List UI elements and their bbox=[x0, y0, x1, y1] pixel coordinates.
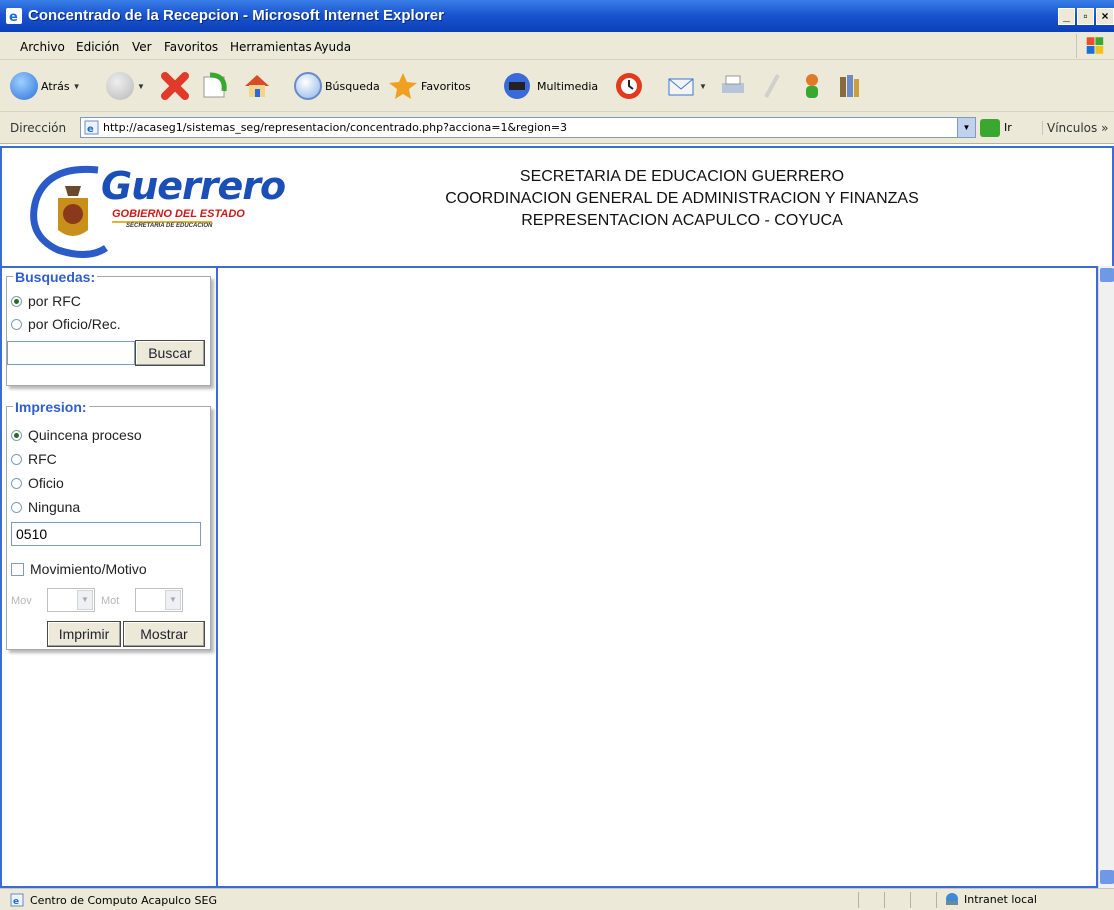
messenger-button[interactable] bbox=[800, 70, 830, 102]
forward-button[interactable]: ▼ bbox=[106, 70, 145, 102]
print-button[interactable]: Imprimir bbox=[47, 621, 121, 647]
radio-rfc[interactable]: RFC bbox=[11, 449, 57, 469]
search-input[interactable] bbox=[7, 341, 135, 365]
mot-select[interactable]: ▼ bbox=[135, 588, 183, 612]
favorites-button[interactable]: Favoritos bbox=[388, 70, 471, 102]
window-title: Concentrado de la Recepcion - Microsoft … bbox=[28, 7, 444, 24]
research-books-icon bbox=[840, 75, 859, 97]
stop-button[interactable] bbox=[160, 70, 190, 102]
close-button[interactable]: × bbox=[1096, 8, 1114, 25]
menu-ayuda[interactable]: Ayuda bbox=[314, 40, 351, 54]
status-bar: e Centro de Computo Acapulco SEG Intrane… bbox=[0, 888, 1114, 910]
minimize-button[interactable]: _ bbox=[1058, 8, 1075, 25]
radio-oficio[interactable]: Oficio bbox=[11, 473, 64, 493]
main-content-frame[interactable] bbox=[218, 266, 1098, 888]
radio-por-rfc[interactable]: por RFC bbox=[11, 291, 81, 311]
print-panel: Impresion: Quincena proceso RFC Oficio N… bbox=[6, 399, 211, 650]
home-icon bbox=[245, 75, 269, 97]
scroll-down-button[interactable] bbox=[1100, 870, 1114, 884]
windows-logo-icon bbox=[1076, 34, 1104, 58]
messenger-icon bbox=[806, 74, 818, 98]
go-arrow-icon[interactable] bbox=[980, 119, 1000, 137]
menu-herramientas[interactable]: Herramientas bbox=[230, 40, 312, 54]
radio-por-oficio[interactable]: por Oficio/Rec. bbox=[11, 314, 121, 334]
address-label: Dirección bbox=[10, 121, 67, 135]
coat-of-arms-icon bbox=[30, 165, 108, 258]
logo-subtitle: GOBIERNO DEL ESTADO bbox=[112, 208, 245, 220]
menu-favoritos[interactable]: Favoritos bbox=[164, 40, 218, 54]
printer-icon bbox=[722, 75, 744, 93]
home-button[interactable] bbox=[242, 70, 272, 102]
address-bar: Dirección e http://acaseg1/sistemas_seg/… bbox=[0, 112, 1114, 144]
go-button[interactable]: Ir bbox=[1004, 121, 1012, 134]
scroll-up-button[interactable] bbox=[1100, 268, 1114, 282]
mov-select[interactable]: ▼ bbox=[47, 588, 95, 612]
guerrero-logo: Guerrero GOBIERNO DEL ESTADO SECRETARIA … bbox=[18, 160, 288, 260]
movimiento-motivo-checkbox[interactable]: Movimiento/Motivo bbox=[11, 559, 147, 579]
search-legend: Busquedas: bbox=[13, 269, 98, 285]
menu-edicion[interactable]: Edición bbox=[76, 40, 119, 54]
menu-bar: Archivo Edición Ver Favoritos Herramient… bbox=[0, 32, 1114, 60]
logo-wordmark: Guerrero bbox=[101, 164, 286, 208]
menu-archivo[interactable]: Archivo bbox=[20, 40, 65, 54]
logo-department: SECRETARIA DE EDUCACION bbox=[126, 223, 213, 229]
title-bar: e Concentrado de la Recepcion - Microsof… bbox=[0, 0, 1114, 32]
back-arrow-icon bbox=[10, 72, 38, 100]
edit-button[interactable] bbox=[760, 70, 784, 102]
maximize-button[interactable]: ▫ bbox=[1077, 8, 1094, 25]
toolbar: Atrás▼ ▼ Búsqueda Favoritos Multimedia bbox=[0, 60, 1114, 112]
media-icon bbox=[504, 73, 530, 99]
search-panel: Busquedas: por RFC por Oficio/Rec. Busca… bbox=[6, 269, 211, 386]
menu-ver[interactable]: Ver bbox=[132, 40, 152, 54]
search-button[interactable]: Buscar bbox=[135, 340, 205, 366]
radio-quincena-proceso[interactable]: Quincena proceso bbox=[11, 425, 142, 445]
mov-label: Mov bbox=[11, 595, 32, 607]
refresh-icon bbox=[203, 72, 227, 98]
favorites-star-icon bbox=[389, 73, 417, 99]
research-button[interactable] bbox=[836, 70, 862, 102]
svg-text:e: e bbox=[87, 124, 94, 135]
address-input[interactable]: e http://acaseg1/sistemas_seg/representa… bbox=[80, 117, 976, 138]
address-dropdown-button[interactable]: ▼ bbox=[957, 118, 975, 137]
mail-button[interactable]: ▼ bbox=[666, 70, 707, 102]
status-page-icon: e bbox=[10, 893, 24, 907]
header-line-3: REPRESENTACION ACAPULCO - COYUCA bbox=[521, 212, 843, 229]
links-button[interactable]: Vínculos » bbox=[1042, 121, 1108, 135]
security-zone: Intranet local bbox=[944, 892, 1037, 906]
svg-text:e: e bbox=[9, 10, 18, 24]
show-button[interactable]: Mostrar bbox=[123, 621, 205, 647]
address-url: http://acaseg1/sistemas_seg/representaci… bbox=[103, 121, 568, 134]
status-message: Centro de Computo Acapulco SEG bbox=[30, 894, 217, 907]
svg-text:e: e bbox=[13, 897, 19, 907]
refresh-button[interactable] bbox=[200, 70, 230, 102]
search-button[interactable]: Búsqueda bbox=[294, 70, 380, 102]
history-clock-icon bbox=[616, 73, 642, 99]
left-frame: Busquedas: por RFC por Oficio/Rec. Busca… bbox=[0, 266, 218, 888]
header-line-2: COORDINACION GENERAL DE ADMINISTRACION Y… bbox=[445, 190, 919, 207]
header-line-1: SECRETARIA DE EDUCACION GUERRERO bbox=[519, 168, 845, 185]
stop-icon bbox=[161, 72, 189, 100]
mot-label: Mot bbox=[101, 595, 120, 607]
ie-logo-icon: e bbox=[6, 8, 22, 24]
edit-pencil-icon bbox=[764, 74, 780, 98]
history-button[interactable] bbox=[614, 70, 644, 102]
print-button[interactable] bbox=[718, 70, 748, 102]
search-icon bbox=[294, 72, 322, 100]
back-button[interactable]: Atrás ▼ bbox=[10, 70, 81, 102]
mail-icon bbox=[668, 78, 694, 96]
radio-ninguna[interactable]: Ninguna bbox=[11, 497, 80, 517]
intranet-globe-icon bbox=[946, 893, 958, 905]
page-header: Guerrero GOBIERNO DEL ESTADO SECRETARIA … bbox=[0, 146, 1114, 266]
vertical-scrollbar[interactable] bbox=[1098, 266, 1114, 888]
media-button[interactable]: Multimedia bbox=[500, 70, 598, 102]
forward-arrow-icon bbox=[106, 72, 134, 100]
quincena-input[interactable]: 0510 bbox=[11, 522, 201, 546]
print-legend: Impresion: bbox=[13, 399, 89, 415]
page-icon: e bbox=[84, 120, 99, 135]
